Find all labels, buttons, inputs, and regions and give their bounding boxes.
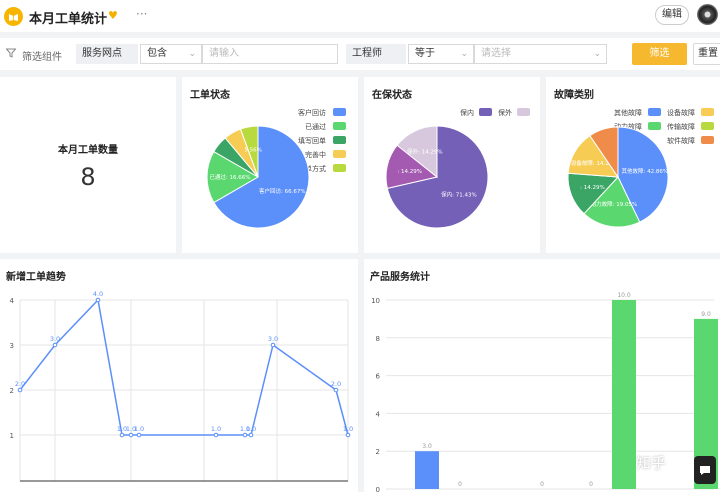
pie-slice-label: 客户回访: 66.67% [259, 187, 306, 195]
pie-slice-label: 保内: 71.43% [441, 190, 477, 198]
page-title: 本月工单统计 [29, 12, 108, 27]
watermark-logo: 知乎 [636, 454, 667, 472]
data-label: 0 [589, 481, 593, 488]
filter-value-placeholder: 请选择 [481, 48, 511, 59]
data-point[interactable] [136, 432, 142, 438]
data-label: 1.0 [211, 425, 221, 433]
heart-icon[interactable]: ♥ [108, 9, 118, 22]
pie-slice-label: 已通过: 16.66% [209, 173, 250, 181]
series-line [19, 298, 349, 436]
data-point[interactable] [248, 432, 254, 438]
order-status-pie: 客户回访: 66.67% 已通过: 16.66% 5.56% [206, 125, 310, 229]
kpi-value: 8 [80, 163, 96, 191]
fault-category-card: 故障类别 其他故障 设备故障 动力故障 传输故障 软件故障 其他故障: 42.8… [546, 77, 720, 253]
y-tick-label: 3 [10, 342, 14, 350]
data-point[interactable] [119, 432, 125, 438]
chevron-down-icon: ⌄ [188, 49, 196, 59]
data-point[interactable] [128, 432, 134, 438]
edit-button[interactable]: 编辑 [655, 5, 689, 25]
filter-operator-value: 包含 [147, 48, 167, 59]
filter-value-input-1[interactable]: 请输入 [202, 44, 338, 64]
filter-value-select-2[interactable]: 请选择 ⌄ [474, 44, 607, 64]
data-label: 4.0 [93, 290, 103, 298]
pie-slice-label: 5.56% [244, 147, 261, 153]
y-tick-label: 4 [10, 297, 15, 305]
data-point[interactable] [213, 432, 219, 438]
filter-operator-value: 等于 [415, 48, 435, 59]
y-tick-label: 0 [376, 486, 380, 492]
data-point[interactable] [242, 432, 248, 438]
chevron-down-icon: ⌄ [593, 49, 601, 59]
data-point[interactable] [95, 297, 101, 303]
page-header: 本月工单统计 ♥ ··· 编辑 [0, 0, 720, 32]
reset-button[interactable]: 重置 [693, 43, 720, 65]
y-tick-label: 4 [376, 410, 381, 418]
data-label: 9.0 [701, 311, 711, 318]
data-label: 3.0 [268, 335, 278, 343]
filter-button[interactable]: 筛选 [632, 43, 687, 65]
y-tick-label: 8 [376, 335, 380, 343]
pie-slice-label: : 14.29% [397, 169, 422, 175]
pie-slice-label: 其他故障: 42.86% [622, 167, 669, 175]
product-service-card: 产品服务统计 0 2 4 6 8 10 3.0 0 0 10.0 0 9.0 [364, 259, 720, 492]
y-tick-label: 1 [10, 432, 14, 440]
filter-bar: 筛选组件 服务网点 包含 ⌄ 请输入 工程师 等于 ⌄ 请选择 ⌄ 筛选 重置 [0, 38, 720, 70]
filter-operator-select-2[interactable]: 等于 ⌄ [408, 44, 474, 64]
data-label: 2.0 [331, 380, 341, 388]
data-label: 1.0 [246, 425, 256, 433]
data-point[interactable] [52, 342, 58, 348]
pie-slice-label: 保外: 14.29% [407, 148, 443, 156]
kpi-card: 本月工单数量 8 [0, 77, 176, 253]
data-label: 2.0 [15, 380, 25, 388]
data-point[interactable] [345, 432, 351, 438]
data-point[interactable] [17, 387, 23, 393]
trend-line-chart: 12342.03.04.01.01.01.0 1.0 1.01.03.02.01.0 [10, 290, 353, 482]
data-label: 3.0 [50, 335, 60, 343]
avatar[interactable] [697, 4, 718, 25]
data-label: 3.0 [422, 443, 432, 450]
more-horizontal-icon[interactable]: ··· [136, 7, 147, 21]
data-point[interactable] [333, 387, 339, 393]
filter-group-label: 筛选组件 [22, 52, 62, 63]
data-label: 1.0 [343, 425, 353, 433]
data-label: 1.0 [134, 425, 144, 433]
product-service-bar-chart: 0 2 4 6 8 10 3.0 0 0 10.0 0 9.0 [371, 292, 718, 492]
warranty-status-pie: 保内: 71.43% : 14.29% 保外: 14.29% [385, 125, 489, 229]
kpi-title: 本月工单数量 [58, 145, 118, 156]
chat-icon[interactable] [694, 456, 716, 484]
bar[interactable] [612, 300, 636, 489]
y-tick-label: 6 [376, 373, 381, 381]
filter-field-engineer: 工程师 [346, 44, 406, 64]
data-label: 10.0 [617, 292, 631, 299]
chevron-down-icon: ⌄ [460, 49, 468, 59]
filter-icon [6, 48, 16, 58]
data-point[interactable] [270, 342, 276, 348]
data-label: 0 [540, 481, 544, 488]
filter-operator-select-1[interactable]: 包含 ⌄ [140, 44, 202, 64]
y-tick-label: 2 [10, 387, 14, 395]
trend-card: 新增工单趋势 1 2 3 4 2.0 3.0 4.0 1.0 1.0 1.0 1.0 1.0 1.0 3.… [0, 259, 358, 492]
warranty-status-card: 在保状态 保内 保外 保内: 71.43%: 14.29% 保外: 14.29% [364, 77, 540, 253]
data-label: 0 [458, 481, 462, 488]
app-logo-icon [4, 7, 23, 26]
fault-category-pie: 其他故障: 42.86%动力故障: 19.05%: 14.29%设备故障: 14… [567, 126, 669, 228]
y-tick-label: 10 [371, 297, 380, 305]
pie-slice-label: 动力故障: 19.05% [591, 200, 638, 208]
filter-field-service-point: 服务网点 [76, 44, 138, 64]
order-status-card: 工单状态 客户回访 已通过 填写回单 申请人完善中 选择派单方式 客户回访: 6… [182, 77, 358, 253]
pie-slice-label: : 14.29% [580, 185, 605, 191]
y-tick-label: 2 [376, 448, 380, 456]
bar[interactable] [415, 451, 439, 489]
